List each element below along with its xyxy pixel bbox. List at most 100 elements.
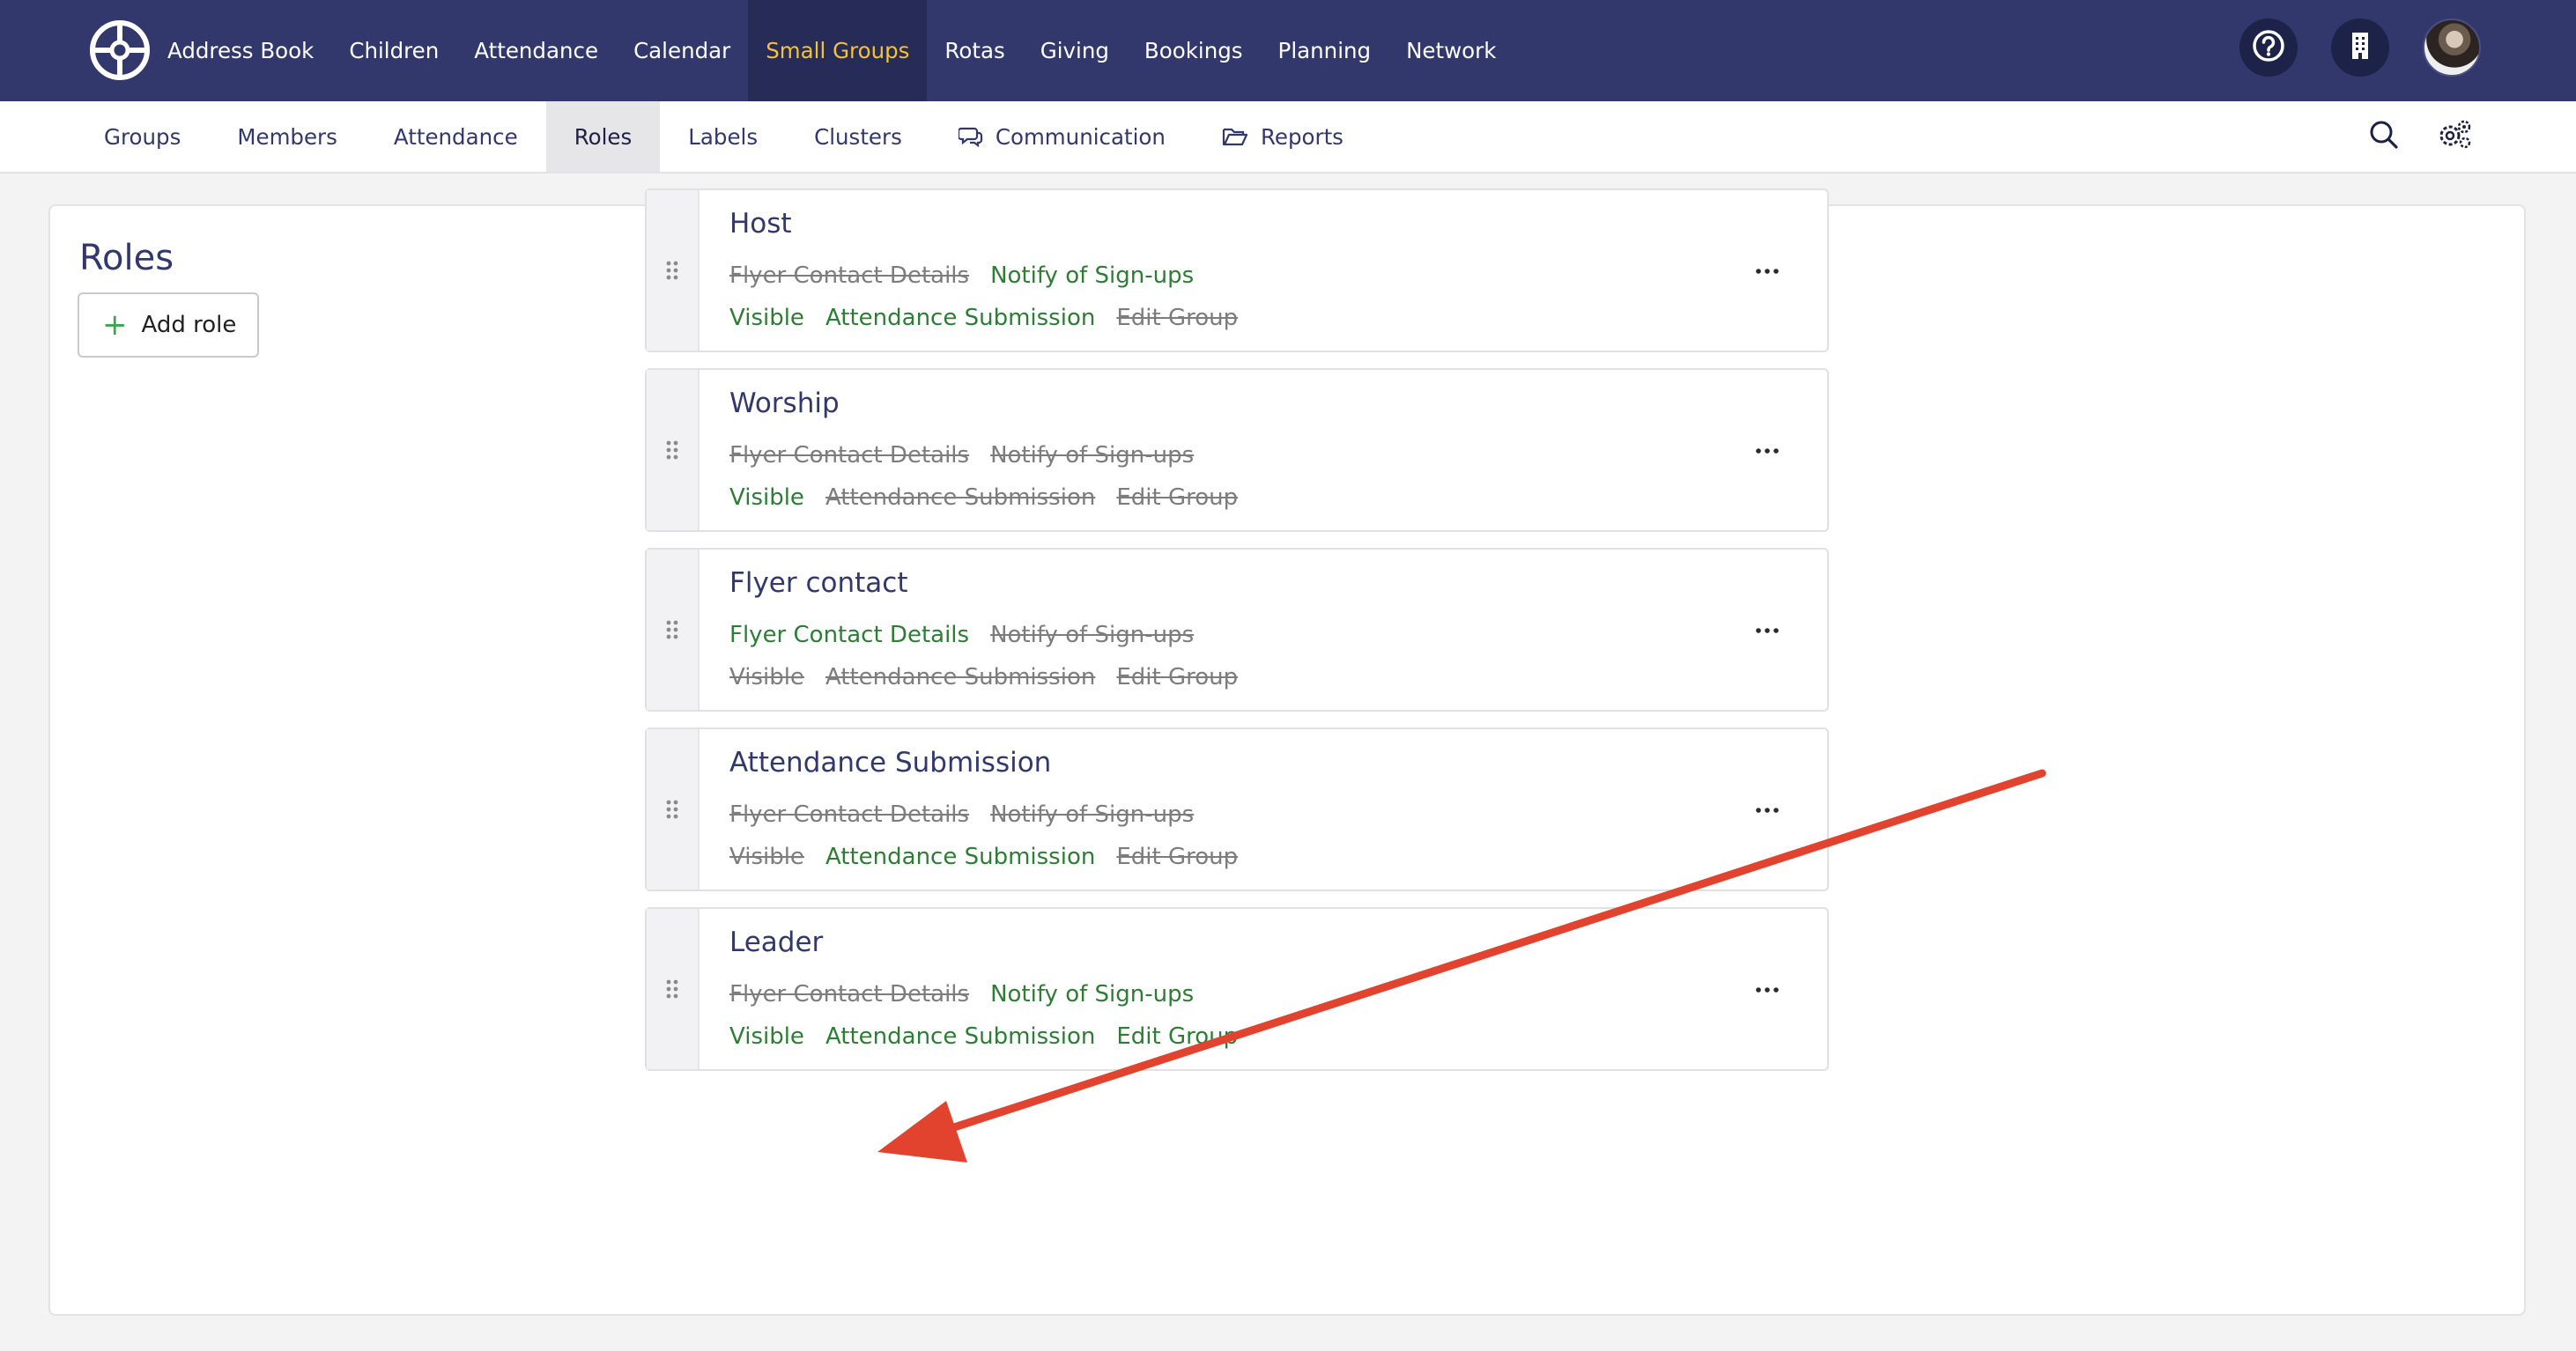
search-button[interactable] — [2365, 117, 2403, 156]
permission-row: Visible Attendance Submission Edit Group — [729, 305, 1238, 331]
nav-item-calendar[interactable]: Calendar — [616, 0, 748, 101]
role-card-attendance-submission: Attendance Submission Flyer Contact Detai… — [645, 727, 1829, 891]
add-role-label: Add role — [141, 312, 237, 338]
tab-attendance[interactable]: Attendance — [366, 101, 546, 172]
nav-item-bookings[interactable]: Bookings — [1127, 0, 1261, 101]
tab-label: Attendance — [393, 123, 518, 150]
page-title: Roles — [79, 238, 174, 278]
drag-handle-icon[interactable] — [647, 909, 700, 1069]
tab-label: Groups — [104, 123, 181, 150]
permission-attendance-submission: Attendance Submission — [825, 664, 1096, 690]
permission-flyer-contact-details: Flyer Contact Details — [729, 981, 970, 1008]
nav-item-address-book[interactable]: Address Book — [150, 0, 331, 101]
sub-nav-items: Groups Members Attendance Roles Labels Cluste… — [76, 101, 1372, 172]
role-name[interactable]: Attendance Submission — [729, 747, 1051, 779]
permission-attendance-submission: Attendance Submission — [825, 844, 1096, 870]
permission-notify-of-sign-ups: Notify of Sign-ups — [990, 981, 1195, 1008]
permission-row: Flyer Contact Details Notify of Sign-ups — [729, 622, 1194, 648]
tab-reports[interactable]: Reports — [1194, 101, 1372, 172]
tab-clusters[interactable]: Clusters — [786, 101, 930, 172]
permission-notify-of-sign-ups: Notify of Sign-ups — [990, 801, 1195, 828]
tab-label: Clusters — [814, 123, 902, 150]
permission-flyer-contact-details: Flyer Contact Details — [729, 622, 970, 648]
building-icon — [2347, 31, 2373, 64]
tab-label: Labels — [688, 123, 759, 150]
permission-flyer-contact-details: Flyer Contact Details — [729, 442, 970, 469]
permission-edit-group: Edit Group — [1116, 664, 1239, 690]
nav-item-planning[interactable]: Planning — [1261, 0, 1389, 101]
nav-item-children[interactable]: Children — [331, 0, 456, 101]
more-options-icon[interactable] — [1748, 971, 1787, 1009]
more-options-icon[interactable] — [1748, 791, 1787, 830]
tab-label: Communication — [995, 123, 1166, 150]
role-name[interactable]: Leader — [729, 927, 823, 958]
settings-button[interactable] — [2435, 117, 2474, 156]
more-options-icon[interactable] — [1748, 252, 1787, 291]
avatar[interactable] — [2423, 18, 2481, 77]
permission-notify-of-sign-ups: Notify of Sign-ups — [990, 442, 1195, 469]
tab-label: Reports — [1260, 123, 1344, 150]
permission-row: Flyer Contact Details Notify of Sign-ups — [729, 442, 1194, 469]
drag-handle-icon[interactable] — [647, 190, 700, 351]
sub-nav: Groups Members Attendance Roles Labels Cluste… — [0, 101, 2576, 173]
permission-attendance-submission: Attendance Submission — [825, 1023, 1096, 1050]
drag-handle-icon[interactable] — [647, 550, 700, 710]
permission-visible: Visible — [729, 305, 804, 331]
tab-members[interactable]: Members — [209, 101, 366, 172]
role-name[interactable]: Flyer contact — [729, 567, 907, 599]
permission-edit-group: Edit Group — [1116, 1023, 1239, 1050]
permission-row: Flyer Contact Details Notify of Sign-ups — [729, 262, 1194, 289]
drag-handle-icon[interactable] — [647, 729, 700, 890]
role-name[interactable]: Worship — [729, 388, 840, 419]
tab-labels[interactable]: Labels — [660, 101, 786, 172]
permission-row: Flyer Contact Details Notify of Sign-ups — [729, 801, 1194, 828]
permission-visible: Visible — [729, 484, 804, 511]
tab-label: Roles — [574, 123, 633, 150]
help-icon — [2252, 29, 2285, 66]
permission-notify-of-sign-ups: Notify of Sign-ups — [990, 622, 1195, 648]
logo-icon[interactable] — [89, 19, 151, 81]
more-options-icon[interactable] — [1748, 611, 1787, 650]
permission-visible: Visible — [729, 1023, 804, 1050]
permission-attendance-submission: Attendance Submission — [825, 305, 1096, 331]
permission-visible: Visible — [729, 664, 804, 690]
permission-row: Visible Attendance Submission Edit Group — [729, 484, 1238, 511]
permission-row: Visible Attendance Submission Edit Group — [729, 664, 1238, 690]
role-name[interactable]: Host — [729, 208, 792, 240]
permission-notify-of-sign-ups: Notify of Sign-ups — [990, 262, 1195, 289]
permission-row: Flyer Contact Details Notify of Sign-ups — [729, 981, 1194, 1008]
nav-item-small-groups[interactable]: Small Groups — [748, 0, 928, 101]
plus-icon: + — [102, 307, 128, 343]
nav-item-attendance[interactable]: Attendance — [456, 0, 616, 101]
tab-groups[interactable]: Groups — [76, 101, 209, 172]
search-icon — [2368, 119, 2400, 154]
role-card-flyer-contact: Flyer contact Flyer Contact Details Notify… — [645, 548, 1829, 712]
permission-edit-group: Edit Group — [1116, 305, 1239, 331]
chat-icon — [958, 125, 983, 148]
permission-row: Visible Attendance Submission Edit Group — [729, 1023, 1238, 1050]
nav-item-giving[interactable]: Giving — [1023, 0, 1127, 101]
tab-communication[interactable]: Communication — [930, 101, 1194, 172]
more-options-icon[interactable] — [1748, 432, 1787, 470]
settings-icon — [2437, 118, 2472, 155]
drag-handle-icon[interactable] — [647, 370, 700, 530]
top-nav: Address Book Children Attendance Calendar Sm… — [0, 0, 2576, 101]
help-button[interactable] — [2239, 18, 2298, 77]
organisation-button[interactable] — [2331, 18, 2389, 77]
nav-item-rotas[interactable]: Rotas — [927, 0, 1022, 101]
permission-attendance-submission: Attendance Submission — [825, 484, 1096, 511]
permission-flyer-contact-details: Flyer Contact Details — [729, 801, 970, 828]
role-list: Host Flyer Contact Details Notify of Sign-… — [645, 188, 1829, 1087]
role-card-host: Host Flyer Contact Details Notify of Sign-… — [645, 188, 1829, 352]
top-nav-items: Address Book Children Attendance Calendar Sm… — [150, 0, 1514, 101]
tab-label: Members — [237, 123, 337, 150]
nav-item-network[interactable]: Network — [1388, 0, 1514, 101]
role-card-leader: Leader Flyer Contact Details Notify of Sig… — [645, 907, 1829, 1071]
role-card-worship: Worship Flyer Contact Details Notify of Si… — [645, 368, 1829, 532]
permission-flyer-contact-details: Flyer Contact Details — [729, 262, 970, 289]
permission-edit-group: Edit Group — [1116, 844, 1239, 870]
folder-icon — [1222, 126, 1248, 147]
permission-edit-group: Edit Group — [1116, 484, 1239, 511]
tab-roles[interactable]: Roles — [545, 101, 661, 172]
add-role-button[interactable]: + Add role — [78, 292, 259, 358]
